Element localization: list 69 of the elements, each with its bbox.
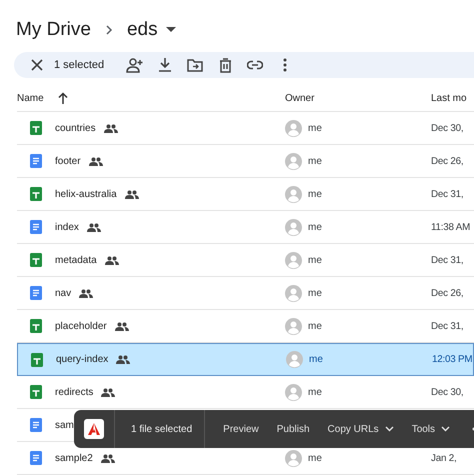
file-name: index	[55, 222, 79, 232]
avatar-icon	[285, 284, 302, 302]
avatar-icon	[285, 152, 302, 170]
avatar-icon	[286, 351, 303, 368]
add-person-icon[interactable]	[126, 57, 144, 73]
more-icon[interactable]	[283, 58, 288, 72]
caret-icon[interactable]	[166, 27, 176, 33]
file-row[interactable]: countries me Dec 30,	[17, 112, 474, 145]
modified-date: Dec 26,	[431, 156, 464, 166]
owner-name: me	[308, 452, 322, 464]
column-header[interactable]: Owner	[285, 92, 431, 104]
breadcrumb-link[interactable]: My Drive	[16, 19, 91, 41]
owner-name: me	[308, 386, 322, 398]
owner-name: me	[308, 122, 322, 134]
file-name: sam	[55, 420, 74, 430]
modified-date: Dec 31,	[431, 320, 464, 332]
modified-date: Dec 31,	[431, 188, 464, 200]
modified-date: Dec 26,	[431, 288, 464, 298]
avatar-icon	[285, 218, 302, 236]
file-name: redirects	[55, 386, 94, 398]
chevron-down-icon[interactable]	[384, 426, 394, 432]
file-row[interactable]: footer me Dec 26,	[17, 145, 474, 178]
owner-name: me	[308, 156, 322, 166]
file-name: countries	[55, 122, 96, 134]
link-icon[interactable]	[247, 60, 264, 70]
avatar-icon	[285, 186, 302, 202]
file-row[interactable]: metadata me Dec 31,	[17, 244, 474, 277]
file-row[interactable]: nav me Dec 26,	[17, 277, 474, 310]
modified-date: Dec 31,	[431, 254, 464, 266]
avatar-icon	[285, 384, 302, 400]
file-name: placeholder	[55, 320, 107, 332]
file-name: helix-australia	[55, 188, 117, 200]
download-icon[interactable]	[158, 57, 172, 73]
modified-date: 12:03 PM	[432, 354, 472, 365]
modified-date: Dec 30,	[431, 386, 464, 398]
avatar-icon	[285, 120, 302, 136]
owner-name: me	[308, 222, 322, 232]
file-name: query-index	[56, 354, 108, 365]
column-header[interactable]: Last mo	[431, 92, 474, 104]
file-row[interactable]: helix-australia me Dec 31,	[17, 178, 474, 211]
modified-date: Jan 2,	[431, 452, 456, 464]
owner-name: me	[308, 320, 322, 332]
current-folder[interactable]: eds	[126, 19, 158, 41]
sort-arrow-icon[interactable]	[58, 92, 68, 104]
avatar-icon	[285, 252, 302, 268]
logo-icon[interactable]	[84, 419, 104, 439]
folder-icon[interactable]	[187, 58, 204, 72]
owner-name: me	[308, 288, 322, 298]
file-name: nav	[55, 288, 72, 298]
file-row[interactable]: query-index me 12:03 PM	[17, 343, 474, 376]
avatar-icon	[285, 450, 302, 466]
file-name: metadata	[55, 254, 97, 266]
modified-date: 11:38 AM	[431, 222, 470, 232]
selection-count: 1 selected	[54, 59, 104, 71]
trash-icon[interactable]	[218, 58, 232, 72]
close-icon[interactable]	[31, 59, 43, 71]
modified-date: Dec 30,	[431, 122, 464, 134]
file-row[interactable]: redirects me Dec 30,	[17, 376, 474, 409]
avatar-icon	[285, 318, 302, 334]
owner-name: me	[309, 354, 323, 365]
file-name: footer	[55, 156, 81, 166]
column-header[interactable]: Name	[17, 92, 44, 104]
chevron-down-icon[interactable]	[441, 426, 450, 432]
file-count: 1 file selected	[115, 410, 206, 448]
owner-name: me	[308, 254, 322, 266]
file-row[interactable]: index me 11:38 AM	[17, 211, 474, 244]
chevron-icon	[104, 25, 113, 35]
file-name: sample2	[55, 452, 93, 464]
owner-name: me	[308, 188, 322, 200]
